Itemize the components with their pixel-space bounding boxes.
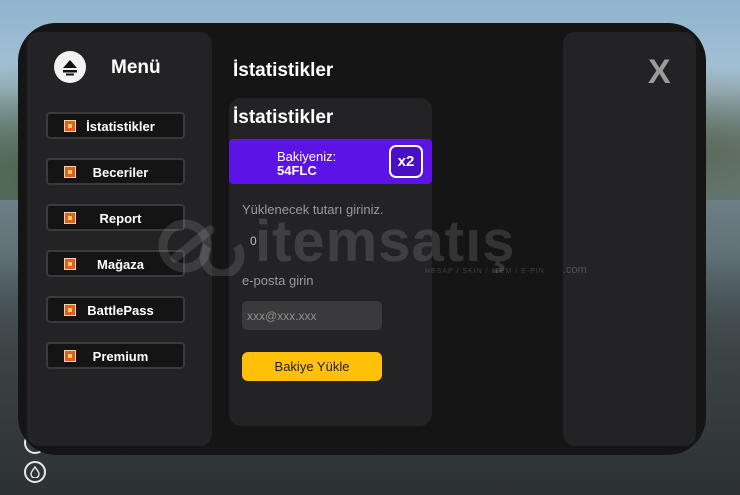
email-label: e-posta girin — [242, 273, 314, 288]
sidebar-item-magaza[interactable]: Mağaza — [46, 250, 185, 277]
sidebar-item-istatistikler[interactable]: İstatistikler — [46, 112, 185, 139]
sidebar-item-label: BattlePass — [87, 303, 154, 318]
sidebar-item-label: Premium — [92, 349, 149, 364]
logo-icon — [54, 51, 86, 83]
amount-input[interactable] — [242, 226, 382, 255]
sidebar-item-beceriler[interactable]: Beceriler — [46, 158, 185, 185]
load-balance-button[interactable]: Bakiye Yükle — [242, 352, 382, 381]
email-field[interactable] — [242, 301, 382, 330]
sidebar-item-report[interactable]: Report — [46, 204, 185, 231]
card-title: İstatistikler — [233, 107, 334, 128]
right-pane — [563, 32, 696, 446]
sidebar-item-label: Beceriler — [92, 165, 149, 180]
balance-label: Bakiyeniz: — [277, 149, 337, 164]
sidebar-title: Menü — [111, 57, 161, 78]
page-title: İstatistikler — [233, 60, 334, 81]
sidebar-item-label: Mağaza — [97, 257, 144, 272]
sidebar-item-label: Report — [99, 211, 142, 226]
sidebar-item-battlepass[interactable]: BattlePass — [46, 296, 185, 323]
close-button[interactable]: X — [648, 54, 671, 90]
multiplier-badge: x2 — [389, 145, 423, 178]
sidebar-item-label: İstatistikler — [86, 119, 155, 134]
balance-value: 54FLC — [277, 163, 317, 178]
sidebar-item-premium[interactable]: Premium — [46, 342, 185, 369]
sidebar — [27, 32, 212, 446]
hud-water-icon — [24, 461, 46, 483]
amount-label: Yüklenecek tutarı giriniz. — [242, 202, 384, 217]
